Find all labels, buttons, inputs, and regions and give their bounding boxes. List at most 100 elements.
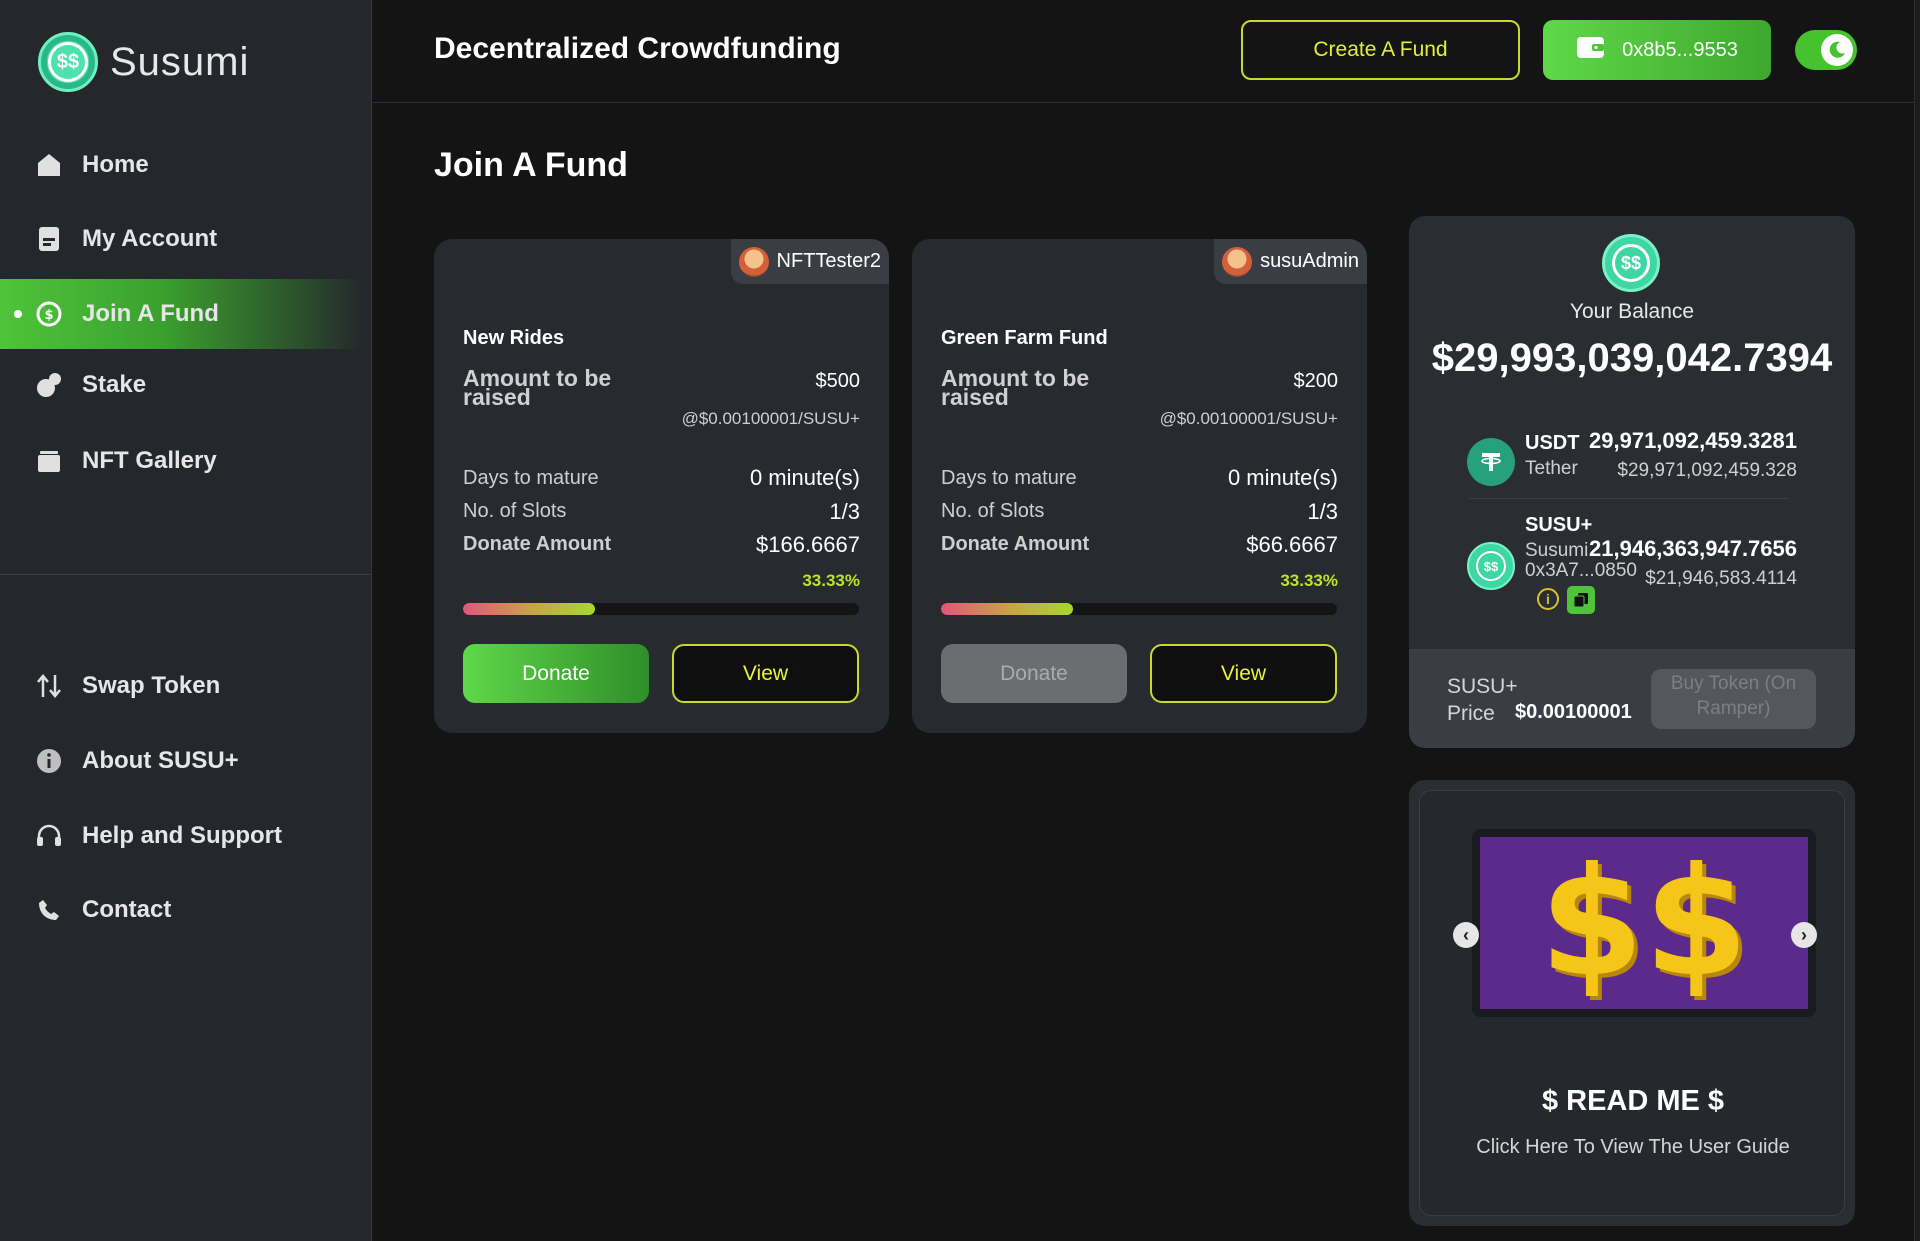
slots-value: 1/3 bbox=[829, 499, 860, 524]
owner-name: NFTTester2 bbox=[776, 250, 881, 272]
avatar bbox=[738, 246, 769, 277]
fund-card: NFTTester2 New Rides Amount to be raised… bbox=[434, 239, 889, 733]
sidebar: $$ Susumi Home My Account $ Join A Fund … bbox=[0, 0, 372, 1241]
sidebar-item-swap-token[interactable]: Swap Token bbox=[0, 651, 364, 721]
donate-button[interactable]: Donate bbox=[941, 644, 1127, 703]
create-fund-button[interactable]: Create A Fund bbox=[1241, 20, 1520, 80]
brand[interactable]: $$ Susumi bbox=[38, 32, 249, 92]
days-label: Days to mature bbox=[463, 467, 599, 489]
buy-token-button[interactable]: Buy Token (On Ramper) bbox=[1651, 669, 1816, 729]
balance-panel: $$ Your Balance $29,993,039,042.7394 USD… bbox=[1409, 216, 1855, 748]
sidebar-divider bbox=[0, 574, 372, 575]
sidebar-item-stake[interactable]: Stake bbox=[0, 350, 364, 420]
slots-label: No. of Slots bbox=[463, 500, 567, 522]
token-divider bbox=[1469, 498, 1789, 499]
sidebar-item-label: Contact bbox=[82, 896, 172, 923]
price-label: SUSU+ Price bbox=[1447, 673, 1518, 727]
chevron-left-icon[interactable]: ‹ bbox=[1453, 922, 1479, 948]
progress-bar bbox=[463, 603, 859, 615]
progress-fill bbox=[941, 603, 1073, 615]
chevron-right-icon[interactable]: › bbox=[1791, 922, 1817, 948]
sidebar-item-label: Help and Support bbox=[82, 822, 282, 849]
token-address: 0x3A7...0850 bbox=[1525, 560, 1637, 581]
price-value: $0.00100001 bbox=[1515, 701, 1632, 723]
sidebar-item-nft-gallery[interactable]: NFT Gallery bbox=[0, 426, 364, 496]
donate-amount-label: Donate Amount bbox=[463, 533, 612, 555]
owner-badge[interactable]: susuAdmin bbox=[1214, 239, 1367, 284]
gallery-icon bbox=[34, 446, 64, 476]
page-title: Join A Fund bbox=[434, 146, 628, 184]
owner-badge[interactable]: NFTTester2 bbox=[730, 239, 889, 284]
sidebar-item-label: Stake bbox=[82, 371, 147, 398]
donate-amount-value: $66.6667 bbox=[1246, 532, 1338, 557]
token-name: Susumi bbox=[1525, 540, 1589, 561]
tether-icon bbox=[1467, 438, 1515, 486]
headset-icon bbox=[34, 821, 64, 851]
token-symbol: SUSU+ bbox=[1525, 514, 1593, 536]
sidebar-item-home[interactable]: Home bbox=[0, 130, 364, 200]
theme-toggle[interactable] bbox=[1795, 30, 1857, 70]
sidebar-item-label: NFT Gallery bbox=[82, 447, 217, 474]
avatar bbox=[1222, 246, 1253, 277]
dollar-sign-icon: $$ bbox=[1539, 836, 1749, 1010]
view-button[interactable]: View bbox=[672, 644, 859, 703]
rate-value: @$0.00100001/SUSU+ bbox=[1159, 409, 1338, 428]
slots-label: No. of Slots bbox=[941, 500, 1045, 522]
info-icon[interactable]: i bbox=[1537, 588, 1559, 610]
fund-name: Green Farm Fund bbox=[941, 327, 1108, 349]
logo-glyph: $$ bbox=[1612, 244, 1650, 282]
token-symbol: USDT bbox=[1525, 432, 1580, 454]
token-usd: $29,971,092,459.328 bbox=[1617, 460, 1797, 481]
price-label-text: Price bbox=[1447, 702, 1495, 725]
progress-bar bbox=[941, 603, 1337, 615]
owner-name: susuAdmin bbox=[1260, 250, 1359, 272]
readme-subtitle[interactable]: Click Here To View The User Guide bbox=[1420, 1136, 1846, 1159]
sidebar-item-about[interactable]: About SUSU+ bbox=[0, 726, 364, 796]
days-value: 0 minute(s) bbox=[1227, 465, 1338, 490]
stake-icon bbox=[34, 370, 64, 400]
rate-value: @$0.00100001/SUSU+ bbox=[681, 409, 860, 428]
home-icon bbox=[34, 150, 64, 180]
wallet-icon bbox=[1576, 34, 1606, 66]
readme-panel[interactable]: $$ ‹ › $ READ ME $ Click Here To View Th… bbox=[1409, 780, 1855, 1226]
donate-button[interactable]: Donate bbox=[463, 644, 649, 703]
amount-value: $500 bbox=[815, 370, 861, 392]
token-glyph: $$ bbox=[1476, 551, 1506, 581]
moon-icon bbox=[1821, 34, 1853, 66]
readme-image-frame: $$ bbox=[1472, 829, 1816, 1017]
scrollbar[interactable] bbox=[1914, 0, 1920, 1241]
amount-value: $200 bbox=[1293, 370, 1339, 392]
amount-label: Amount to be raised bbox=[941, 365, 1090, 410]
header: Decentralized Crowdfunding Create A Fund… bbox=[373, 0, 1920, 103]
amount-label: Amount to be raised bbox=[463, 365, 612, 410]
donate-amount-value: $166.6667 bbox=[756, 532, 860, 557]
sidebar-item-help[interactable]: Help and Support bbox=[0, 801, 364, 871]
sidebar-item-label: Home bbox=[82, 151, 149, 178]
price-area: SUSU+ Price $0.00100001 Buy Token (On Ra… bbox=[1409, 649, 1855, 748]
account-icon bbox=[34, 224, 64, 254]
info-icon bbox=[34, 746, 64, 776]
token-row-susu: $$ SUSU+ Susumi 0x3A7...0850 21,946,363,… bbox=[1467, 512, 1797, 622]
days-value: 0 minute(s) bbox=[749, 465, 860, 490]
active-dot bbox=[14, 310, 22, 318]
view-button[interactable]: View bbox=[1150, 644, 1337, 703]
copy-icon[interactable] bbox=[1567, 586, 1595, 614]
token-balance: 29,971,092,459.3281 bbox=[1589, 428, 1797, 453]
sidebar-item-label: My Account bbox=[82, 225, 218, 252]
sidebar-item-join-a-fund[interactable]: $ Join A Fund bbox=[0, 279, 364, 349]
logo-glyph: $$ bbox=[48, 42, 88, 82]
sidebar-item-my-account[interactable]: My Account bbox=[0, 204, 364, 274]
donate-amount-label: Donate Amount bbox=[941, 533, 1090, 555]
fund-icon: $ bbox=[34, 299, 64, 329]
sidebar-item-contact[interactable]: Contact bbox=[0, 875, 364, 945]
readme-card[interactable]: $$ ‹ › $ READ ME $ Click Here To View Th… bbox=[1419, 790, 1845, 1216]
balance-amount: $29,993,039,042.7394 bbox=[1431, 336, 1833, 380]
susumi-token-icon: $$ bbox=[1467, 542, 1515, 590]
wallet-button[interactable]: 0x8b5...9553 bbox=[1543, 20, 1771, 80]
progress-percent: 33.33% bbox=[802, 571, 860, 590]
progress-fill bbox=[463, 603, 595, 615]
progress-percent: 33.33% bbox=[1280, 571, 1338, 590]
fund-name: New Rides bbox=[463, 327, 565, 349]
sidebar-item-label: Join A Fund bbox=[82, 300, 219, 327]
token-balance: 21,946,363,947.7656 bbox=[1589, 536, 1797, 561]
